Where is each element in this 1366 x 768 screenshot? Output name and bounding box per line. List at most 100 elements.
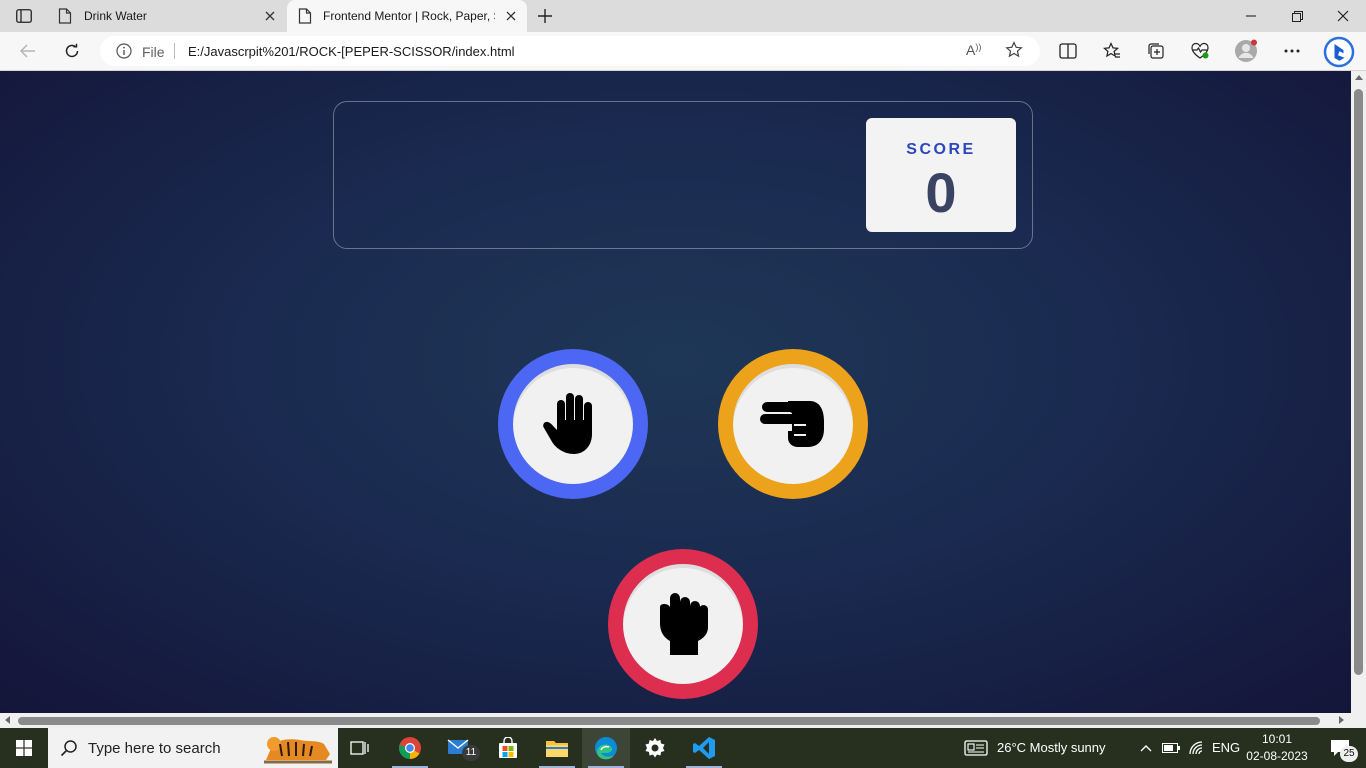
task-view-button[interactable] xyxy=(336,728,384,768)
score-value: 0 xyxy=(925,161,957,224)
read-aloud-icon[interactable]: A)) xyxy=(966,42,981,58)
vscode-app[interactable] xyxy=(680,728,728,768)
page-icon xyxy=(298,8,312,24)
clock-date: 02-08-2023 xyxy=(1246,749,1308,763)
restore-button[interactable] xyxy=(1274,0,1320,32)
divider xyxy=(174,43,175,59)
favorites-button[interactable] xyxy=(1098,38,1126,64)
store-app[interactable] xyxy=(484,728,532,768)
edge-app[interactable] xyxy=(582,728,630,768)
restore-icon xyxy=(1291,10,1303,22)
close-window-button[interactable] xyxy=(1320,0,1366,32)
mail-app[interactable]: 11 xyxy=(436,728,484,768)
scissors-token xyxy=(733,364,853,484)
plus-icon xyxy=(538,9,552,23)
rock-button[interactable] xyxy=(608,549,758,699)
scissors-hand-icon xyxy=(760,401,824,447)
network-status[interactable] xyxy=(1186,728,1208,768)
back-arrow-icon xyxy=(20,44,35,58)
rock-token xyxy=(623,564,743,684)
scissors-button[interactable] xyxy=(718,349,868,499)
minimize-button[interactable] xyxy=(1228,0,1274,32)
show-hidden-icons-button[interactable] xyxy=(1134,728,1158,768)
edge-icon xyxy=(595,737,617,760)
horizontal-scrollbar[interactable] xyxy=(0,713,1366,728)
favorites-icon xyxy=(1103,42,1120,58)
tab-actions-button[interactable] xyxy=(8,4,40,28)
back-button[interactable] xyxy=(14,38,42,64)
collections-button[interactable] xyxy=(1142,38,1170,64)
battery-status[interactable] xyxy=(1160,728,1182,768)
language-indicator[interactable]: ENG xyxy=(1212,740,1240,755)
score-card: SCORE 0 xyxy=(866,118,1016,232)
scroll-right-arrow-icon[interactable] xyxy=(1339,716,1344,724)
weather-text[interactable]: 26°C Mostly sunny xyxy=(997,740,1106,755)
game-header: SCORE 0 xyxy=(333,101,1033,249)
chrome-icon xyxy=(399,737,421,759)
info-icon[interactable] xyxy=(116,43,132,59)
split-screen-icon xyxy=(1059,43,1077,59)
more-dots-icon xyxy=(1284,49,1300,53)
vscode-icon xyxy=(693,737,715,759)
chrome-app[interactable] xyxy=(386,728,434,768)
scheme-label: File xyxy=(142,44,165,60)
windows-taskbar: Type here to search 11 26°C Mostly sunny… xyxy=(0,728,1366,768)
refresh-button[interactable] xyxy=(58,38,86,64)
tab-rock-paper-scissors[interactable]: Frontend Mentor | Rock, Paper, S xyxy=(287,0,527,32)
bing-icon xyxy=(1323,36,1355,68)
wifi-icon xyxy=(1189,741,1203,755)
paper-button[interactable] xyxy=(498,349,648,499)
close-icon[interactable] xyxy=(503,8,519,24)
news-widget-button[interactable] xyxy=(960,728,992,768)
page-icon xyxy=(58,8,72,24)
url-text[interactable]: E:/Javascrpit%201/ROCK-[PEPER-SCISSOR/in… xyxy=(188,44,515,59)
scroll-left-arrow-icon[interactable] xyxy=(5,716,10,724)
tab-strip: Drink Water Frontend Mentor | Rock, Pape… xyxy=(0,0,1366,32)
scroll-up-arrow-icon[interactable] xyxy=(1355,75,1363,80)
close-icon xyxy=(1337,10,1349,22)
minimize-icon xyxy=(1246,15,1256,17)
horizontal-scroll-thumb[interactable] xyxy=(18,717,1320,725)
performance-button[interactable] xyxy=(1186,38,1214,64)
battery-icon xyxy=(1162,743,1180,753)
avatar-icon xyxy=(1235,39,1257,62)
notification-center-button[interactable]: 25 xyxy=(1320,728,1360,768)
paper-token xyxy=(513,364,633,484)
paper-hand-icon xyxy=(543,393,592,454)
notification-count-badge: 25 xyxy=(1340,746,1358,762)
score-label: SCORE xyxy=(906,141,976,158)
start-button[interactable] xyxy=(0,728,48,768)
chevron-up-icon xyxy=(1140,745,1152,752)
task-view-icon xyxy=(350,741,369,755)
mail-badge: 11 xyxy=(462,745,480,761)
settings-more-button[interactable] xyxy=(1278,38,1306,64)
page-viewport: SCORE 0 xyxy=(0,71,1351,713)
tab-drink-water[interactable]: Drink Water xyxy=(46,0,286,32)
file-explorer-app[interactable] xyxy=(533,728,581,768)
address-bar[interactable]: File E:/Javascrpit%201/ROCK-[PEPER-SCISS… xyxy=(100,36,1040,66)
settings-app[interactable] xyxy=(631,728,679,768)
folder-icon xyxy=(546,741,568,757)
vertical-scrollbar[interactable] xyxy=(1351,71,1366,713)
clock-time: 10:01 xyxy=(1261,732,1293,746)
bing-chat-button[interactable] xyxy=(1322,35,1356,69)
profile-button[interactable] xyxy=(1232,38,1260,64)
news-icon xyxy=(964,740,988,756)
store-icon xyxy=(499,737,517,758)
tiger-illustration-icon xyxy=(264,737,332,764)
vertical-scroll-thumb[interactable] xyxy=(1354,89,1363,675)
taskbar-search[interactable]: Type here to search xyxy=(48,728,338,768)
search-placeholder: Type here to search xyxy=(88,740,221,757)
browser-toolbar: File E:/Javascrpit%201/ROCK-[PEPER-SCISS… xyxy=(0,32,1366,71)
favorite-star-icon[interactable] xyxy=(1005,41,1023,59)
tab-actions-icon xyxy=(16,9,32,23)
close-icon[interactable] xyxy=(262,8,278,24)
clock[interactable]: 10:01 02-08-2023 xyxy=(1240,731,1314,765)
tab-title: Frontend Mentor | Rock, Paper, S xyxy=(323,9,495,23)
new-tab-button[interactable] xyxy=(533,4,557,28)
split-screen-button[interactable] xyxy=(1054,38,1082,64)
collections-icon xyxy=(1148,43,1164,59)
search-icon xyxy=(60,740,77,757)
heartbeat-icon xyxy=(1191,42,1209,59)
refresh-icon xyxy=(65,43,79,58)
